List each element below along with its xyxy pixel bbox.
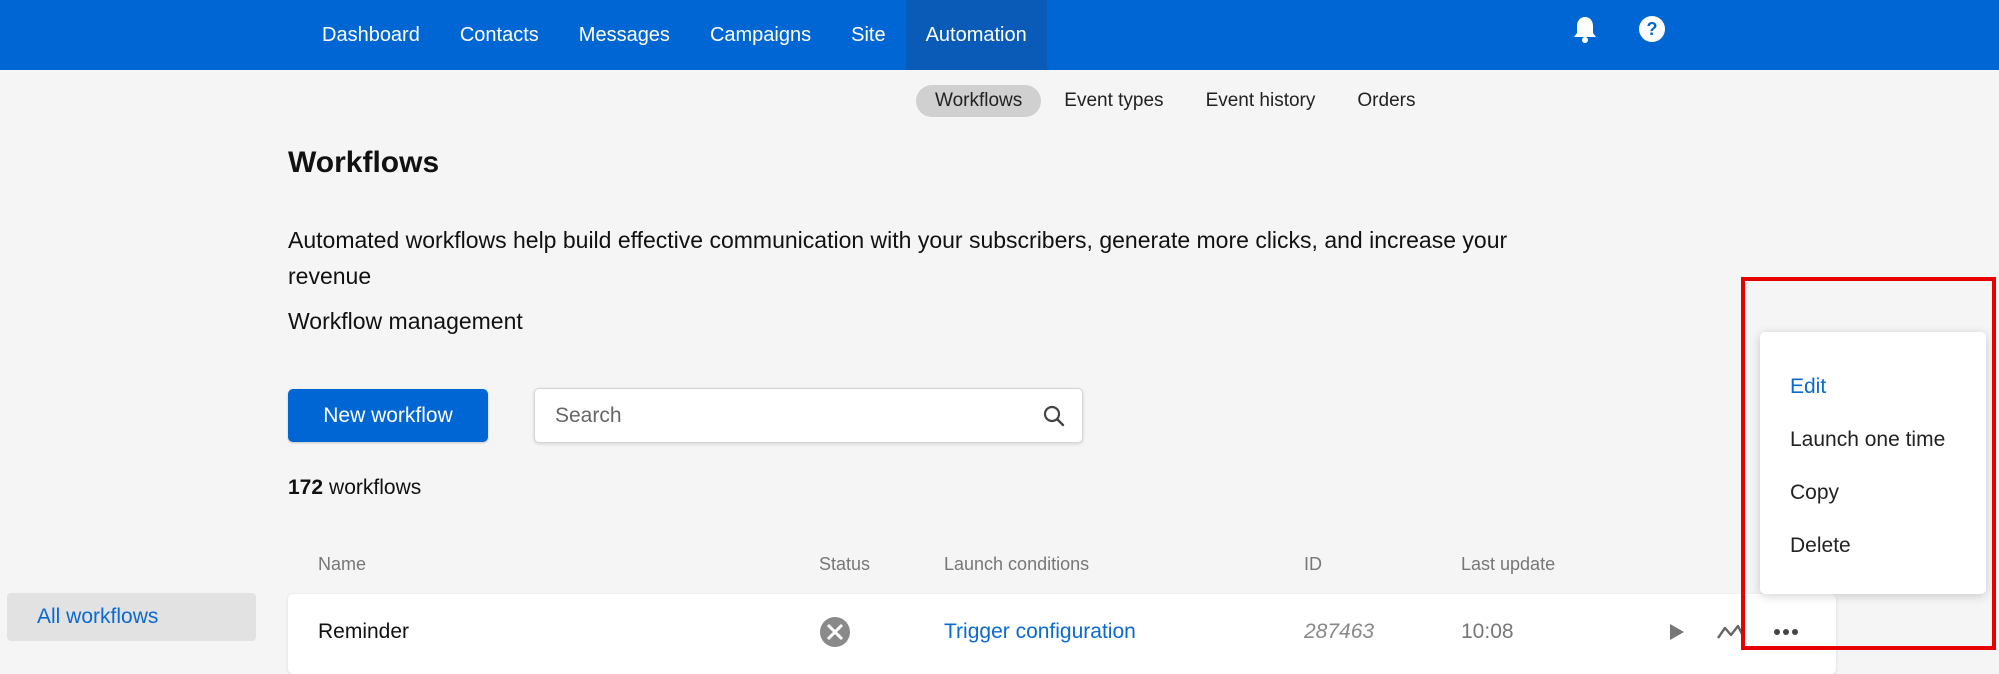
search-icon[interactable] bbox=[1042, 404, 1066, 428]
workflow-id: 287463 bbox=[1304, 620, 1375, 643]
stats-icon[interactable] bbox=[1716, 618, 1744, 646]
menu-item-edit[interactable]: Edit bbox=[1760, 360, 1986, 413]
trigger-configuration-link[interactable]: Trigger configuration bbox=[944, 620, 1136, 644]
column-header-launch-conditions: Launch conditions bbox=[944, 554, 1090, 574]
nav-contacts[interactable]: Contacts bbox=[440, 0, 559, 70]
column-header-name: Name bbox=[318, 554, 367, 574]
menu-item-delete[interactable]: Delete bbox=[1760, 519, 1986, 572]
tab-workflows[interactable]: Workflows bbox=[916, 85, 1042, 117]
svg-text:?: ? bbox=[1647, 19, 1658, 39]
page-title: Workflows bbox=[288, 146, 440, 179]
menu-item-launch-one-time[interactable]: Launch one time bbox=[1760, 413, 1986, 466]
page-description: Automated workflows help build effective… bbox=[288, 227, 1508, 289]
table-row[interactable]: Reminder Trigger configuration 287463 10… bbox=[288, 594, 1836, 674]
tab-event-types[interactable]: Event types bbox=[1045, 85, 1182, 117]
top-navigation-bar: Dashboard Contacts Messages Campaigns Si… bbox=[0, 0, 1999, 70]
workflow-status-icon bbox=[819, 616, 851, 648]
help-icon[interactable]: ? bbox=[1637, 14, 1667, 44]
play-icon[interactable] bbox=[1662, 618, 1690, 646]
main-nav: Dashboard Contacts Messages Campaigns Si… bbox=[302, 0, 1047, 70]
workflow-name[interactable]: Reminder bbox=[318, 620, 409, 644]
nav-automation[interactable]: Automation bbox=[905, 0, 1047, 70]
nav-site[interactable]: Site bbox=[831, 0, 905, 70]
sub-nav: Workflows Event types Event history Orde… bbox=[916, 85, 1434, 117]
search-input[interactable] bbox=[555, 389, 1025, 442]
workflow-count-label: workflows bbox=[329, 476, 422, 499]
workflow-count-number: 172 bbox=[288, 476, 324, 499]
bell-icon[interactable] bbox=[1570, 14, 1600, 44]
nav-campaigns[interactable]: Campaigns bbox=[690, 0, 831, 70]
column-header-last-update: Last update bbox=[1461, 554, 1556, 574]
tab-orders[interactable]: Orders bbox=[1338, 85, 1434, 117]
column-header-status: Status bbox=[819, 554, 871, 574]
sidebar-item-all-workflows[interactable]: All workflows bbox=[7, 593, 256, 641]
search-box bbox=[534, 388, 1083, 443]
section-title: Workflow management bbox=[288, 308, 523, 334]
nav-dashboard[interactable]: Dashboard bbox=[302, 0, 440, 70]
tab-event-history[interactable]: Event history bbox=[1187, 85, 1335, 117]
workflow-last-update: 10:08 bbox=[1461, 620, 1514, 643]
menu-item-copy[interactable]: Copy bbox=[1760, 466, 1986, 519]
column-header-id: ID bbox=[1304, 554, 1322, 574]
more-icon[interactable] bbox=[1772, 618, 1800, 646]
nav-messages[interactable]: Messages bbox=[559, 0, 690, 70]
workflow-count: 172 workflows bbox=[288, 476, 421, 500]
workflow-actions-menu: Edit Launch one time Copy Delete bbox=[1760, 332, 1986, 594]
new-workflow-button[interactable]: New workflow bbox=[288, 389, 488, 442]
